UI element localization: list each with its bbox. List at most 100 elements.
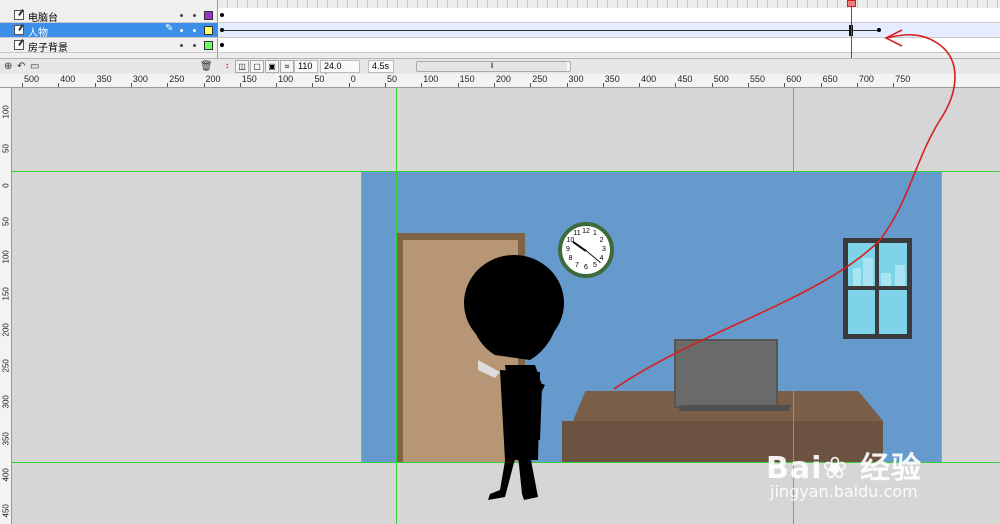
timeline-scrollbar[interactable]: ⦀ bbox=[416, 61, 571, 72]
guide-line-horizontal[interactable] bbox=[12, 171, 1000, 172]
center-frame-icon[interactable]: ↕ bbox=[220, 60, 234, 73]
ruler-label: 50 bbox=[387, 74, 398, 84]
frame-rate-value[interactable]: 24.0 fps bbox=[320, 60, 360, 82]
current-frame-value: 110 bbox=[294, 60, 318, 73]
ruler-label: 300 bbox=[1, 395, 11, 409]
elapsed-time-value: 4.5s bbox=[368, 60, 394, 73]
lock-dot[interactable] bbox=[193, 44, 196, 47]
layer-icon bbox=[14, 10, 24, 20]
guide-line-vertical[interactable] bbox=[396, 88, 397, 524]
clock-numeral: 11 bbox=[573, 230, 581, 238]
visibility-dot[interactable] bbox=[180, 44, 183, 47]
motion-tween-line bbox=[224, 30, 879, 31]
ruler-label: 350 bbox=[604, 74, 620, 84]
visibility-dot[interactable] bbox=[180, 14, 183, 17]
laptop[interactable] bbox=[674, 339, 778, 408]
frame-row[interactable] bbox=[218, 8, 1000, 23]
frame-ruler[interactable] bbox=[218, 0, 1000, 8]
flash-editor-window: 电脑台 人物 ✎ 房子背景 ⊕ ↶ ▭ 🗑 ↕ ◫ ▢ ▣ ⌗ 110 24.0… bbox=[0, 0, 1000, 524]
ruler-label: 300 bbox=[568, 74, 584, 84]
onion-outline-icon[interactable]: ▢ bbox=[250, 60, 264, 73]
scroll-thumb[interactable]: ⦀ bbox=[417, 62, 567, 71]
playhead[interactable] bbox=[851, 0, 852, 58]
ruler-label: 250 bbox=[169, 74, 185, 84]
layer-name: 电脑台 bbox=[28, 13, 58, 24]
layer-tools-bar: ⊕ ↶ ▭ 🗑 bbox=[0, 58, 218, 74]
horizontal-ruler: 500 400 350 300 250 200 150 100 50 0 50 100 150 200 25… bbox=[0, 74, 1000, 88]
clock-numeral: 3 bbox=[602, 246, 606, 253]
ruler-label: 600 bbox=[786, 74, 802, 84]
onion-skin-icon[interactable]: ◫ bbox=[235, 60, 249, 73]
laptop-base[interactable] bbox=[678, 405, 792, 411]
layer-icon bbox=[14, 40, 24, 50]
window-pane bbox=[879, 243, 907, 286]
ruler-label: 50 bbox=[1, 144, 11, 154]
clock-numeral: 6 bbox=[584, 264, 588, 271]
door[interactable] bbox=[403, 240, 518, 462]
ruler-label: 0 bbox=[350, 74, 356, 84]
new-layer-icon[interactable]: ⊕ bbox=[4, 61, 12, 72]
new-folder-icon[interactable]: ▭ bbox=[30, 61, 39, 72]
ruler-label: 450 bbox=[677, 74, 693, 84]
lock-dot[interactable] bbox=[193, 29, 196, 32]
delete-layer-icon[interactable]: 🗑 bbox=[200, 61, 213, 72]
ruler-label: 700 bbox=[858, 74, 874, 84]
ruler-label: 400 bbox=[641, 74, 657, 84]
ruler-label: 150 bbox=[459, 74, 475, 84]
layer-name: 人物 bbox=[28, 28, 48, 39]
ruler-label: 400 bbox=[60, 74, 76, 84]
ruler-label: 100 bbox=[423, 74, 439, 84]
frame-row[interactable] bbox=[218, 23, 1000, 38]
outline-color-swatch[interactable] bbox=[204, 11, 213, 20]
keyframe[interactable] bbox=[220, 43, 224, 47]
clock-numeral: 2 bbox=[599, 237, 604, 244]
clock-numeral: 7 bbox=[575, 261, 579, 269]
ruler-label: 400 bbox=[1, 468, 11, 482]
add-guide-icon[interactable]: ↶ bbox=[17, 61, 25, 72]
ruler-label: 50 bbox=[1, 216, 11, 226]
ruler-label: 650 bbox=[822, 74, 838, 84]
ruler-label: 350 bbox=[96, 74, 112, 84]
ruler-label: 0 bbox=[1, 182, 11, 188]
window-pane bbox=[879, 290, 907, 334]
frame-grid[interactable] bbox=[218, 0, 1000, 58]
playhead-handle[interactable] bbox=[847, 0, 856, 7]
modify-markers-icon[interactable]: ⌗ bbox=[280, 60, 294, 73]
layer-row-computer-desk[interactable]: 电脑台 bbox=[0, 8, 218, 24]
window-pane bbox=[848, 290, 875, 334]
lock-dot[interactable] bbox=[193, 14, 196, 17]
ruler-label: 200 bbox=[495, 74, 511, 84]
outline-color-swatch[interactable] bbox=[204, 26, 213, 35]
ruler-label: 450 bbox=[1, 504, 11, 518]
outline-color-swatch[interactable] bbox=[204, 41, 213, 50]
pencil-icon: ✎ bbox=[165, 23, 174, 34]
ruler-label: 100 bbox=[1, 105, 11, 119]
keyframe[interactable] bbox=[877, 28, 881, 32]
edit-multiple-frames-icon[interactable]: ▣ bbox=[265, 60, 279, 73]
keyframe[interactable] bbox=[220, 13, 224, 17]
window[interactable] bbox=[843, 238, 912, 339]
layer-row-house-background[interactable]: 房子背景 bbox=[0, 38, 218, 54]
watermark-logo: Bai❀ 经验 bbox=[766, 451, 922, 486]
wall-clock[interactable]: 12 1 2 3 4 5 6 7 8 9 10 11 bbox=[558, 222, 614, 278]
ruler-label: 50 bbox=[314, 74, 325, 84]
frame-row[interactable] bbox=[218, 38, 1000, 53]
window-pane bbox=[848, 243, 875, 286]
ruler-label: 250 bbox=[532, 74, 548, 84]
ruler-label: 500 bbox=[713, 74, 729, 84]
ruler-label: 250 bbox=[1, 359, 11, 373]
ruler-label: 150 bbox=[1, 286, 11, 300]
visibility-dot[interactable] bbox=[180, 29, 183, 32]
ruler-label: 300 bbox=[132, 74, 148, 84]
timeline-status-bar: ↕ ◫ ▢ ▣ ⌗ 110 24.0 fps 4.5s ⦀ bbox=[218, 58, 1000, 82]
ruler-label: 200 bbox=[1, 322, 11, 337]
ruler-label: 500 bbox=[24, 74, 40, 84]
layer-list: 电脑台 人物 ✎ 房子背景 bbox=[0, 0, 218, 58]
stage[interactable]: 12 1 2 3 4 5 6 7 8 9 10 11 bbox=[361, 171, 942, 463]
ruler-label: 200 bbox=[205, 74, 221, 84]
layer-name: 房子背景 bbox=[28, 43, 68, 54]
layer-row-character[interactable]: 人物 ✎ bbox=[0, 23, 218, 39]
vertical-ruler: 100 50 0 50 100 150 200 250 300 350 400 450 bbox=[0, 88, 12, 524]
clock-numeral: 5 bbox=[593, 261, 597, 269]
clock-numeral: 10 bbox=[566, 237, 575, 244]
